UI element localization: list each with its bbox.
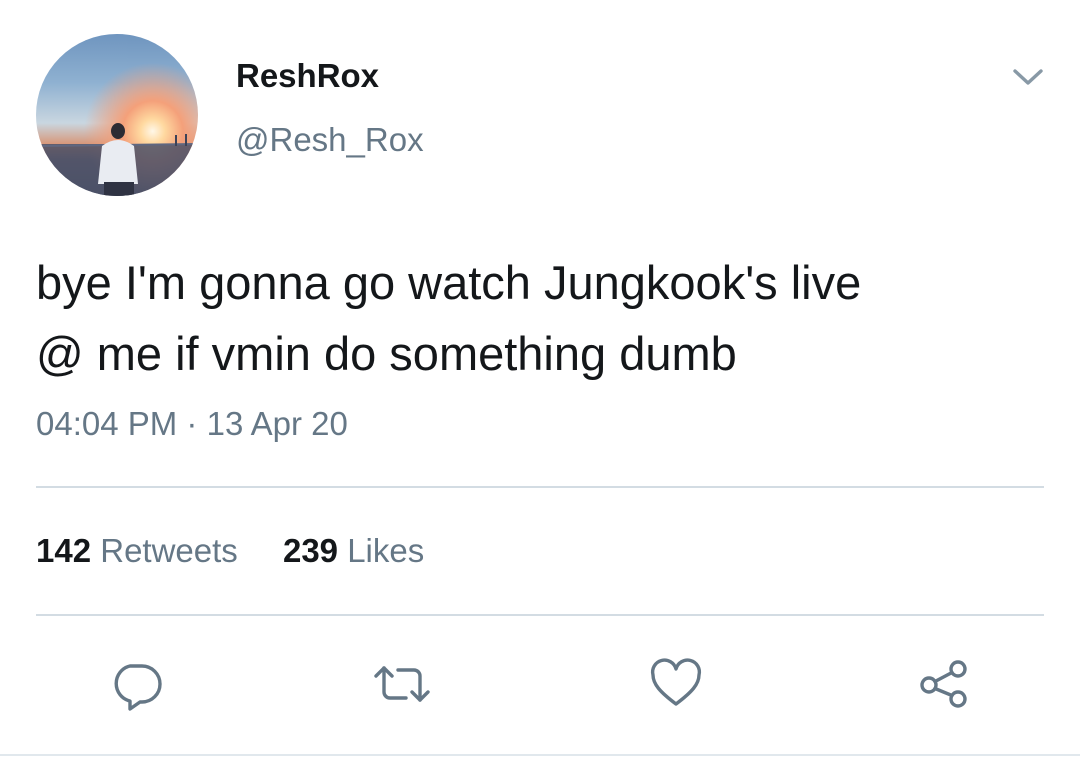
timestamp-separator: · [186, 405, 198, 442]
share-icon [920, 660, 967, 708]
like-button[interactable] [644, 652, 708, 716]
user-handle[interactable]: @Resh_Rox [236, 121, 424, 159]
tweet-text-line: @ me if vmin do something dumb [36, 327, 737, 380]
likes-label: Likes [347, 532, 425, 569]
bottom-divider [0, 754, 1080, 756]
retweets-count: 142 [36, 532, 92, 569]
heart-icon [650, 658, 702, 706]
timestamp: 04:04 PM · 13 Apr 20 [36, 405, 348, 443]
likes-stat[interactable]: 239 Likes [283, 532, 424, 570]
tweet-text-line: bye I'm gonna go watch Jungkook's live [36, 256, 862, 309]
reply-button[interactable] [104, 652, 168, 716]
share-button[interactable] [912, 652, 976, 716]
divider [36, 486, 1044, 488]
tweet-time: 04:04 PM [36, 405, 178, 442]
retweets-stat[interactable]: 142 Retweets [36, 532, 238, 570]
avatar[interactable] [36, 34, 198, 196]
display-name[interactable]: ReshRox [236, 57, 379, 95]
retweet-button[interactable] [370, 652, 434, 716]
reply-icon [114, 664, 162, 711]
divider [36, 614, 1044, 616]
tweet-date: 13 Apr 20 [206, 405, 348, 442]
tweet-stats: 142 Retweets 239 Likes [36, 532, 460, 570]
tweet-text: bye I'm gonna go watch Jungkook's live @… [36, 247, 1046, 389]
likes-count: 239 [282, 532, 339, 569]
retweets-label: Retweets [100, 532, 238, 569]
chevron-down-icon[interactable] [1010, 62, 1046, 92]
retweet-icon [374, 666, 430, 702]
avatar-image [36, 123, 198, 196]
